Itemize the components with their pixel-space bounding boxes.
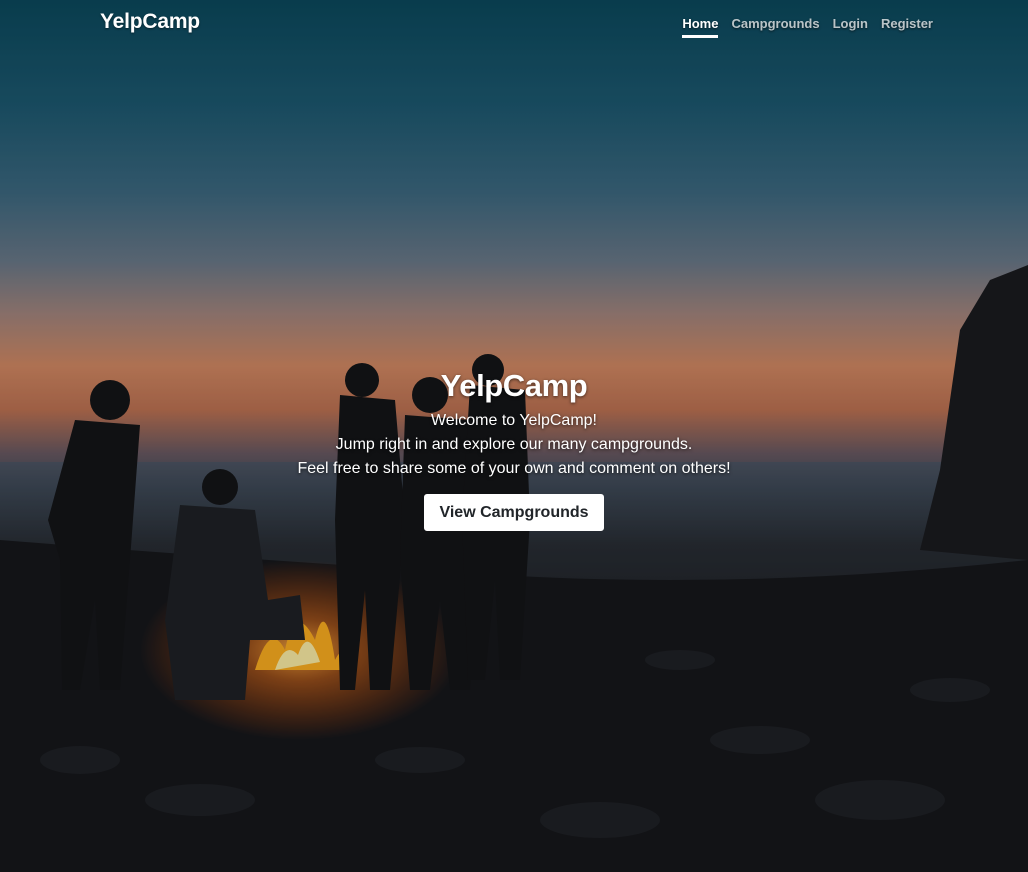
nav-link-register[interactable]: Register [881, 16, 933, 38]
nav-link-login[interactable]: Login [833, 16, 868, 38]
hero-title: YelpCamp [440, 368, 588, 403]
nav-link-campgrounds[interactable]: Campgrounds [731, 16, 819, 38]
hero-share-line: Feel free to share some of your own and … [297, 460, 731, 477]
brand-logo[interactable]: YelpCamp [100, 10, 200, 34]
nav-links: Home Campgrounds Login Register [682, 16, 933, 38]
landing-page: YelpCamp Home Campgrounds Login Register… [0, 0, 1028, 872]
view-campgrounds-button[interactable]: View Campgrounds [424, 494, 604, 531]
nav-link-home[interactable]: Home [682, 16, 719, 38]
navbar: YelpCamp Home Campgrounds Login Register [0, 0, 1028, 48]
hero: YelpCamp Welcome to YelpCamp! Jump right… [0, 368, 1028, 531]
hero-welcome-line: Welcome to YelpCamp! [430, 412, 597, 429]
hero-explore-line: Jump right in and explore our many campg… [335, 436, 693, 453]
